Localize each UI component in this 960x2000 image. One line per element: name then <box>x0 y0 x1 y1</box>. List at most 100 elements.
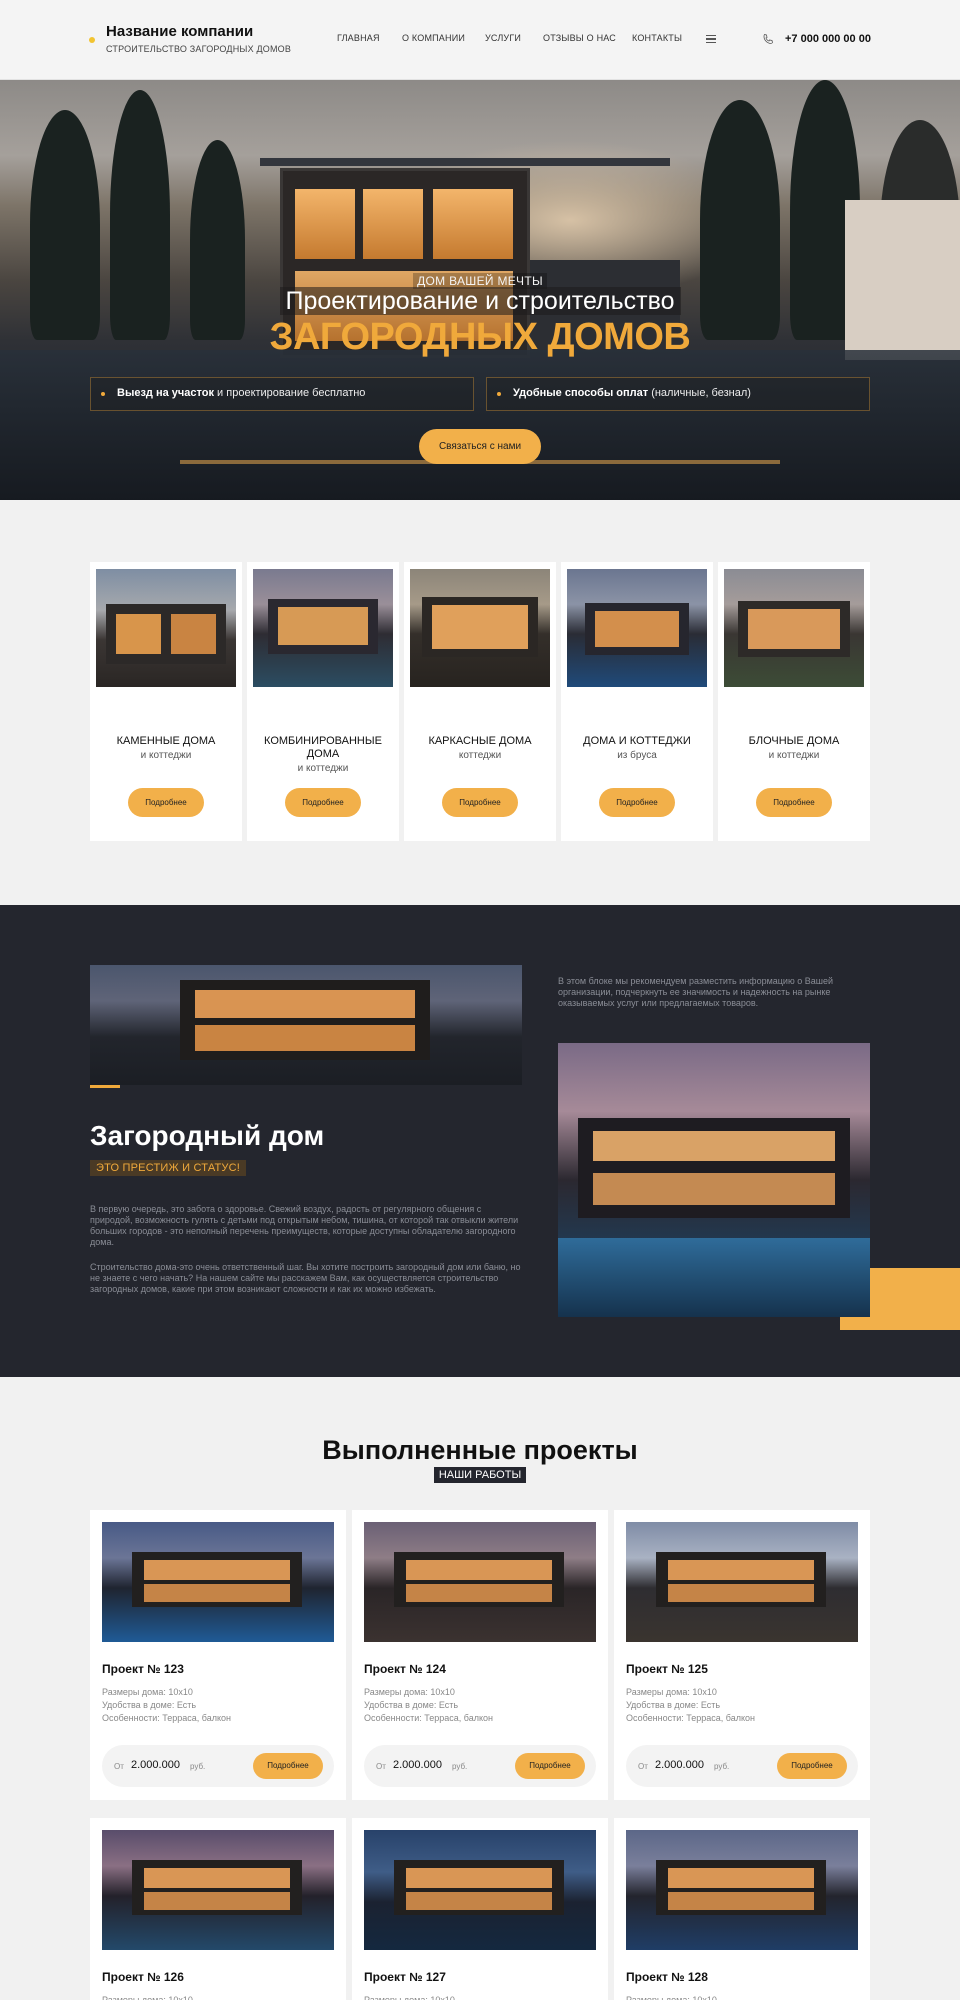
category-details-button[interactable]: Подробнее <box>128 788 204 817</box>
project-card[interactable]: Проект № 124 Размеры дома: 10х10 Удобства … <box>352 1510 608 1800</box>
project-image <box>102 1522 334 1642</box>
nav-item-home[interactable]: ГЛАВНАЯ <box>337 33 380 43</box>
hero-feature-visit-text: и проектирование бесплатно <box>214 387 366 399</box>
category-image <box>253 569 393 687</box>
project-price: 2.000.000 <box>393 1759 442 1771</box>
category-image <box>567 569 707 687</box>
category-image <box>410 569 550 687</box>
category-title: КАРКАСНЫЕ ДОМА <box>428 735 532 747</box>
project-image <box>102 1830 334 1950</box>
nav-item-reviews[interactable]: ОТЗЫВЫ О НАС <box>543 33 616 43</box>
project-image <box>626 1522 858 1642</box>
project-amenities: Удобства в доме: Есть <box>364 1700 459 1710</box>
hero-tagline: ДОМ ВАШЕЙ МЕЧТЫ <box>0 273 960 289</box>
price-from-label: От <box>376 1762 386 1771</box>
nav-item-about[interactable]: О КОМПАНИИ <box>402 33 465 43</box>
category-details-button[interactable]: Подробнее <box>285 788 361 817</box>
project-card[interactable]: Проект № 123 Размеры дома: 10х10 Удобства … <box>90 1510 346 1800</box>
hero-title-line1-text: Проектирование и строительство <box>279 287 681 315</box>
category-details-button[interactable]: Подробнее <box>599 788 675 817</box>
project-card[interactable]: Проект № 128Размеры дома: 10х10Удобства … <box>614 1818 870 2000</box>
category-card[interactable]: ДОМА И КОТТЕДЖИ из бруса Подробнее <box>561 562 713 841</box>
project-title: Проект № 124 <box>364 1662 446 1676</box>
hero-feature-visit-bold: Выезд на участок <box>117 387 214 399</box>
category-subtitle: из бруса <box>617 750 657 761</box>
project-price: 2.000.000 <box>131 1759 180 1771</box>
about-title: Загородный дом <box>90 1120 325 1151</box>
about-house-image-2 <box>558 1043 870 1317</box>
pool <box>0 350 960 500</box>
site-header: Название компании СТРОИТЕЛЬСТВО ЗАГОРОДН… <box>0 0 960 80</box>
hero-feature-visit: Выезд на участок и проектирование беспла… <box>90 377 474 411</box>
project-details-button[interactable]: Подробнее <box>515 1753 585 1779</box>
about-tag: ЭТО ПРЕСТИЖ И СТАТУС! <box>90 1160 247 1176</box>
category-details-button[interactable]: Подробнее <box>442 788 518 817</box>
project-title: Проект № 125 <box>626 1662 708 1676</box>
category-card[interactable]: КАМЕННЫЕ ДОМА и коттеджи Подробнее <box>90 562 242 841</box>
nav-item-services[interactable]: УСЛУГИ <box>485 33 521 43</box>
about-accent-line <box>90 1085 120 1088</box>
hero-feature-payment-text: (наличные, безнал) <box>648 387 751 399</box>
page: Название компании СТРОИТЕЛЬСТВО ЗАГОРОДН… <box>0 0 960 2000</box>
category-card[interactable]: БЛОЧНЫЕ ДОМА и коттеджи Подробнее <box>718 562 870 841</box>
projects-subtitle-text: НАШИ РАБОТЫ <box>433 1467 527 1483</box>
category-card[interactable]: КАРКАСНЫЕ ДОМА коттеджи Подробнее <box>404 562 556 841</box>
category-title: КАМЕННЫЕ ДОМА <box>116 735 216 747</box>
project-details-button[interactable]: Подробнее <box>777 1753 847 1779</box>
category-image <box>724 569 864 687</box>
project-title: Проект № 123 <box>102 1662 184 1676</box>
projects-subtitle: НАШИ РАБОТЫ <box>0 1467 960 1483</box>
price-currency: руб. <box>190 1762 206 1771</box>
about-side-text: В этом блоке мы рекомендуем разместить и… <box>558 976 833 1008</box>
hero-title-line1: Проектирование и строительство <box>0 287 960 316</box>
category-title: ДОМА И КОТТЕДЖИ <box>583 735 691 747</box>
project-image <box>626 1830 858 1950</box>
house-roof <box>260 158 670 166</box>
project-size: Размеры дома: 10х10 <box>364 1995 455 2000</box>
category-details-button[interactable]: Подробнее <box>756 788 832 817</box>
phone-icon <box>763 34 773 44</box>
project-details-button[interactable]: Подробнее <box>253 1753 323 1779</box>
phone-number[interactable]: +7 000 000 00 00 <box>785 33 871 45</box>
project-title: Проект № 126 <box>102 1970 184 1984</box>
project-image <box>364 1830 596 1950</box>
project-size: Размеры дома: 10х10 <box>102 1687 193 1697</box>
project-title: Проект № 128 <box>626 1970 708 1984</box>
project-price: 2.000.000 <box>655 1759 704 1771</box>
about-paragraph-1: В первую очередь, это забота о здоровье.… <box>90 1204 519 1247</box>
project-amenities: Удобства в доме: Есть <box>102 1700 197 1710</box>
project-price-bar: От 2.000.000 руб. Подробнее <box>102 1745 334 1787</box>
contact-us-button[interactable]: Связаться с нами <box>419 429 541 464</box>
company-subtitle: СТРОИТЕЛЬСТВО ЗАГОРОДНЫХ ДОМОВ <box>106 44 292 54</box>
nav-item-contacts[interactable]: КОНТАКТЫ <box>632 33 682 43</box>
logo-dot-icon <box>89 37 95 43</box>
category-subtitle: коттеджи <box>458 750 502 761</box>
hamburger-menu-icon[interactable] <box>706 35 716 43</box>
price-from-label: От <box>114 1762 124 1771</box>
company-name[interactable]: Название компании <box>106 23 253 40</box>
projects-title: Выполненные проекты <box>322 1435 638 1465</box>
project-size: Размеры дома: 10х10 <box>364 1687 455 1697</box>
category-title: КОМБИНИРОВАННЫЕ ДОМА <box>264 735 382 760</box>
hero-title-line2: ЗАГОРОДНЫХ ДОМОВ <box>269 316 691 358</box>
project-size: Размеры дома: 10х10 <box>102 1995 193 2000</box>
project-image <box>364 1522 596 1642</box>
category-card[interactable]: КОМБИНИРОВАННЫЕ ДОМА и коттеджи Подробне… <box>247 562 399 841</box>
project-card[interactable]: Проект № 126Размеры дома: 10х10Удобства … <box>90 1818 346 2000</box>
about-paragraph-2: Строительство дома-это очень ответственн… <box>90 1262 521 1294</box>
project-price-bar: От 2.000.000 руб. Подробнее <box>626 1745 858 1787</box>
hero-feature-payment-bold: Удобные способы оплат <box>513 387 649 399</box>
category-subtitle: и коттеджи <box>140 750 192 761</box>
price-from-label: От <box>638 1762 648 1771</box>
project-size: Размеры дома: 10х10 <box>626 1995 717 2000</box>
about-house-image <box>90 965 522 1085</box>
project-card[interactable]: Проект № 125 Размеры дома: 10х10 Удобства … <box>614 1510 870 1800</box>
project-features: Особенности: Терраса, балкон <box>626 1713 756 1723</box>
project-card[interactable]: Проект № 127Размеры дома: 10х10Удобства … <box>352 1818 608 2000</box>
category-subtitle: и коттеджи <box>297 763 349 774</box>
project-size: Размеры дома: 10х10 <box>626 1687 717 1697</box>
house-window <box>433 189 513 259</box>
category-subtitle: и коттеджи <box>768 750 820 761</box>
hero-feature-payment: Удобные способы оплат (наличные, безнал) <box>486 377 870 411</box>
project-amenities: Удобства в доме: Есть <box>626 1700 721 1710</box>
